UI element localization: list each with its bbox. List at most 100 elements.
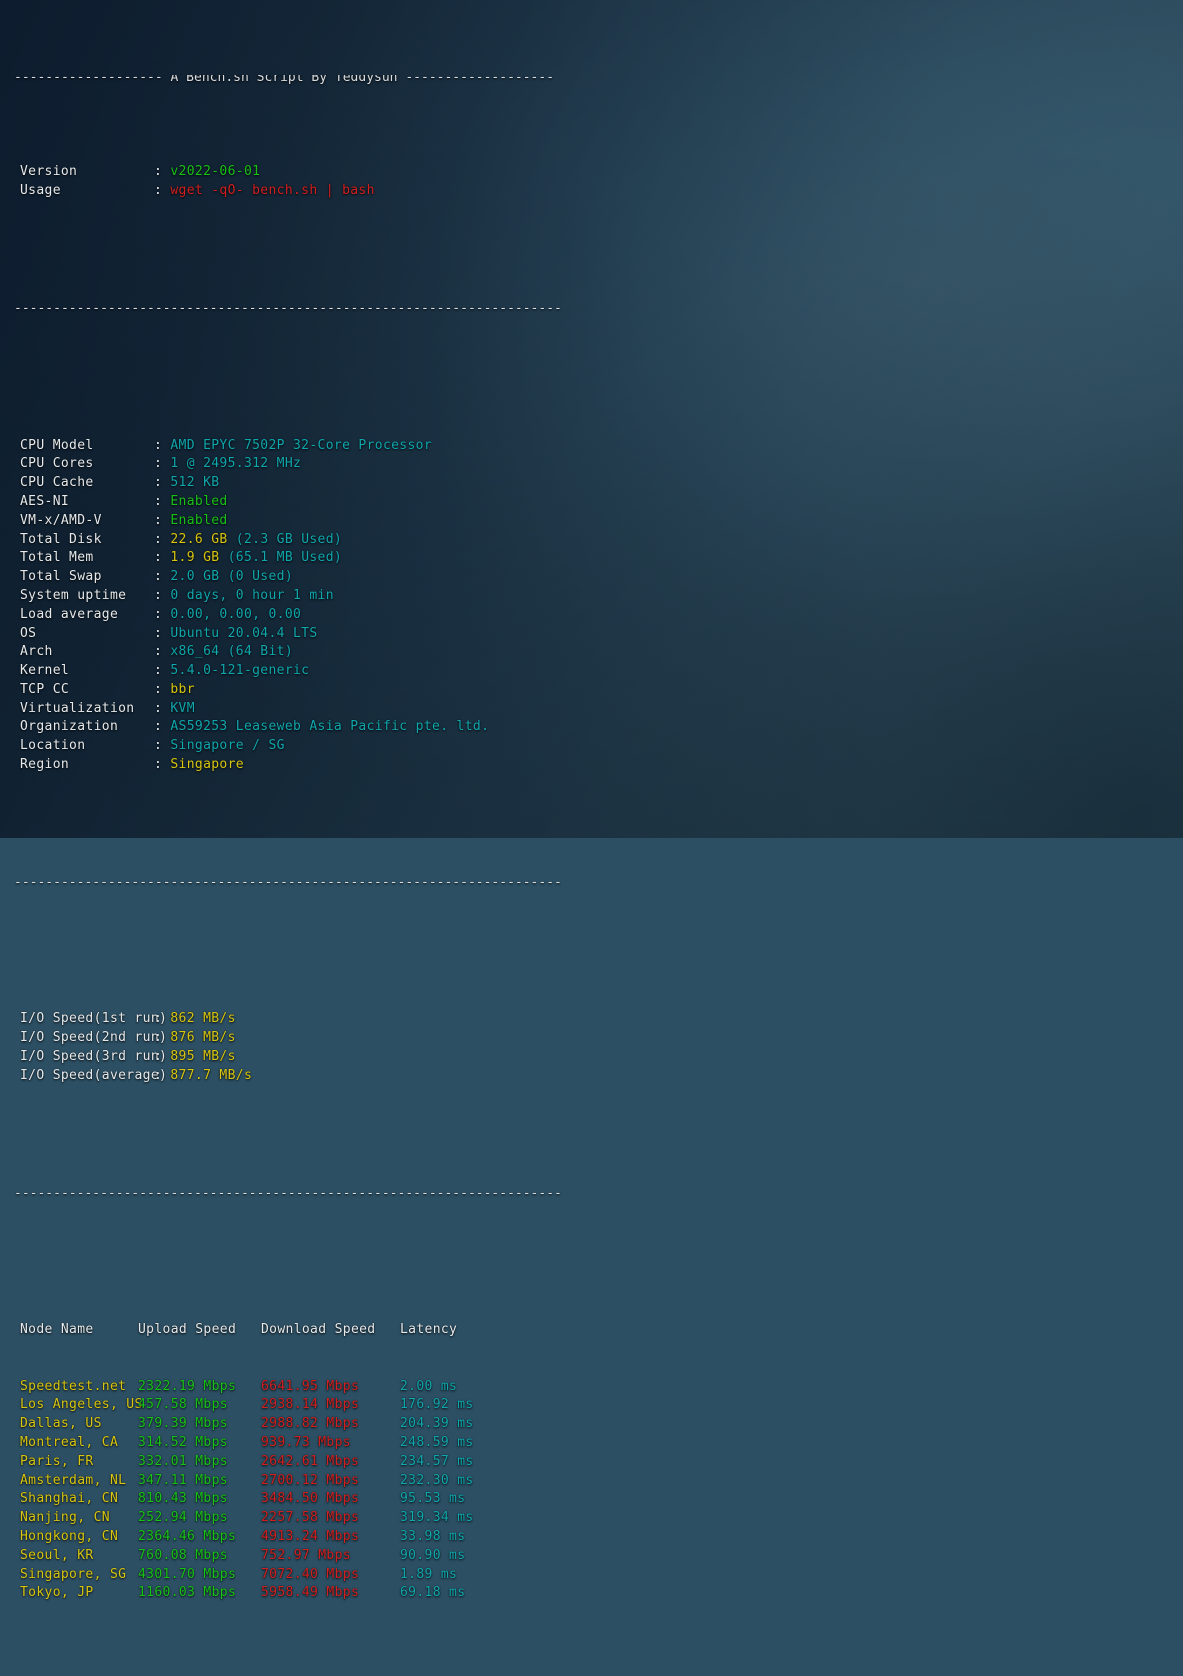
node-name: Los Angeles, US	[20, 1396, 138, 1415]
download-speed: 939.73 Mbps	[261, 1434, 400, 1453]
system-info-suffix: (65.1 MB Used)	[219, 550, 342, 565]
node-name: Seoul, KR	[20, 1547, 138, 1566]
io-speed-label: I/O Speed(3rd run)	[20, 1048, 154, 1067]
system-info-label: Total Disk	[20, 531, 154, 550]
system-info-value: Enabled	[170, 494, 227, 509]
system-info-label: Organization	[20, 718, 154, 737]
system-info-row: TCP CC: bbr	[0, 681, 1183, 700]
system-info-row: Total Swap: 2.0 GB (0 Used)	[0, 568, 1183, 587]
column-header-node: Node Name	[20, 1321, 138, 1340]
colon-separator: :	[154, 682, 170, 697]
system-info-label: CPU Cache	[20, 474, 154, 493]
node-name: Speedtest.net	[20, 1378, 138, 1397]
colon-separator: :	[154, 550, 170, 565]
node-name: Dallas, US	[20, 1415, 138, 1434]
latency: 232.30 ms	[400, 1472, 474, 1491]
system-info-value: 0.00, 0.00, 0.00	[170, 607, 301, 622]
spacer	[0, 1660, 1183, 1665]
download-speed: 752.97 Mbps	[261, 1547, 400, 1566]
system-info-value: 22.6 GB	[170, 532, 227, 547]
io-speed-section: I/O Speed(1st run): 862 MB/sI/O Speed(2n…	[0, 1010, 1183, 1085]
system-info-row: Arch: x86_64 (64 Bit)	[0, 643, 1183, 662]
terminal-window[interactable]: ------------------- A Bench.sh Script By…	[0, 0, 1183, 838]
latency: 176.92 ms	[400, 1396, 474, 1415]
colon-separator: :	[154, 719, 170, 734]
system-info-value: AMD EPYC 7502P 32-Core Processor	[170, 438, 432, 453]
system-info-label: Kernel	[20, 662, 154, 681]
system-info-value: KVM	[170, 701, 195, 716]
terminal-screen[interactable]: ------------------- A Bench.sh Script By…	[0, 0, 1183, 1676]
spacer	[0, 930, 1183, 935]
speedtest-table-body: Speedtest.net2322.19 Mbps6641.95 Mbps2.0…	[0, 1378, 1183, 1604]
colon-separator: :	[154, 569, 170, 584]
spacer	[0, 356, 1183, 361]
speedtest-row: Nanjing, CN252.94 Mbps2257.58 Mbps319.34…	[0, 1509, 1183, 1528]
colon-separator: :	[154, 1030, 170, 1045]
header-info-row: Usage: wget -qO- bench.sh | bash	[0, 182, 1183, 201]
system-info-value: Singapore / SG	[170, 738, 284, 753]
latency: 90.90 ms	[400, 1547, 465, 1566]
system-info-label: Total Swap	[20, 568, 154, 587]
latency: 248.59 ms	[400, 1434, 474, 1453]
download-speed: 2642.61 Mbps	[261, 1453, 400, 1472]
header-info-value: wget -qO- bench.sh | bash	[170, 183, 374, 198]
speedtest-row: Paris, FR332.01 Mbps2642.61 Mbps234.57 m…	[0, 1453, 1183, 1472]
download-speed: 3484.50 Mbps	[261, 1490, 400, 1509]
io-speed-label: I/O Speed(2nd run)	[20, 1029, 154, 1048]
column-header-download: Download Speed	[261, 1321, 400, 1340]
colon-separator: :	[154, 1068, 170, 1083]
colon-separator: :	[154, 513, 170, 528]
upload-speed: 314.52 Mbps	[138, 1434, 261, 1453]
upload-speed: 457.58 Mbps	[138, 1396, 261, 1415]
spacer	[0, 257, 1183, 262]
system-info-value: Singapore	[170, 757, 244, 772]
system-info-row: Location: Singapore / SG	[0, 737, 1183, 756]
system-info-label: TCP CC	[20, 681, 154, 700]
download-speed: 6641.95 Mbps	[261, 1378, 400, 1397]
system-info-row: CPU Cores: 1 @ 2495.312 MHz	[0, 455, 1183, 474]
upload-speed: 347.11 Mbps	[138, 1472, 261, 1491]
system-info-row: Virtualization: KVM	[0, 700, 1183, 719]
banner-clip: ------------------- A Bench.sh Script By…	[0, 75, 1183, 88]
latency: 234.57 ms	[400, 1453, 474, 1472]
colon-separator: :	[154, 701, 170, 716]
speedtest-row: Los Angeles, US457.58 Mbps2938.14 Mbps17…	[0, 1396, 1183, 1415]
speedtest-row: Singapore, SG4301.70 Mbps7072.40 Mbps1.8…	[0, 1566, 1183, 1585]
separator-1: ----------------------------------------…	[0, 300, 1183, 319]
system-info-value: 1.9 GB	[170, 550, 219, 565]
system-info-value: x86_64 (64 Bit)	[170, 644, 293, 659]
io-speed-row: I/O Speed(2nd run): 876 MB/s	[0, 1029, 1183, 1048]
system-info-label: OS	[20, 625, 154, 644]
system-info-label: Load average	[20, 606, 154, 625]
system-info-value: bbr	[170, 682, 195, 697]
latency: 1.89 ms	[400, 1566, 457, 1585]
download-speed: 2988.82 Mbps	[261, 1415, 400, 1434]
system-info-label: Arch	[20, 643, 154, 662]
system-info-suffix: (2.3 GB Used)	[228, 532, 342, 547]
colon-separator: :	[154, 1049, 170, 1064]
colon-separator: :	[154, 164, 170, 179]
latency: 204.39 ms	[400, 1415, 474, 1434]
io-speed-value: 862 MB/s	[170, 1011, 235, 1026]
header-section: Version: v2022-06-01Usage: wget -qO- ben…	[0, 163, 1183, 201]
node-name: Amsterdam, NL	[20, 1472, 138, 1491]
colon-separator: :	[154, 626, 170, 641]
io-speed-row: I/O Speed(average): 877.7 MB/s	[0, 1067, 1183, 1086]
system-info-label: CPU Model	[20, 437, 154, 456]
speedtest-row: Dallas, US379.39 Mbps2988.82 Mbps204.39 …	[0, 1415, 1183, 1434]
system-info-label: Total Mem	[20, 549, 154, 568]
colon-separator: :	[154, 494, 170, 509]
download-speed: 2257.58 Mbps	[261, 1509, 400, 1528]
latency: 95.53 ms	[400, 1490, 465, 1509]
upload-speed: 810.43 Mbps	[138, 1490, 261, 1509]
spacer	[0, 1241, 1183, 1246]
column-header-latency: Latency	[400, 1321, 457, 1340]
colon-separator: :	[154, 475, 170, 490]
io-speed-label: I/O Speed(average)	[20, 1067, 154, 1086]
colon-separator: :	[154, 532, 170, 547]
system-info-row: Total Mem: 1.9 GB (65.1 MB Used)	[0, 549, 1183, 568]
system-info-label: System uptime	[20, 587, 154, 606]
upload-speed: 2364.46 Mbps	[138, 1528, 261, 1547]
node-name: Singapore, SG	[20, 1566, 138, 1585]
header-info-row: Version: v2022-06-01	[0, 163, 1183, 182]
